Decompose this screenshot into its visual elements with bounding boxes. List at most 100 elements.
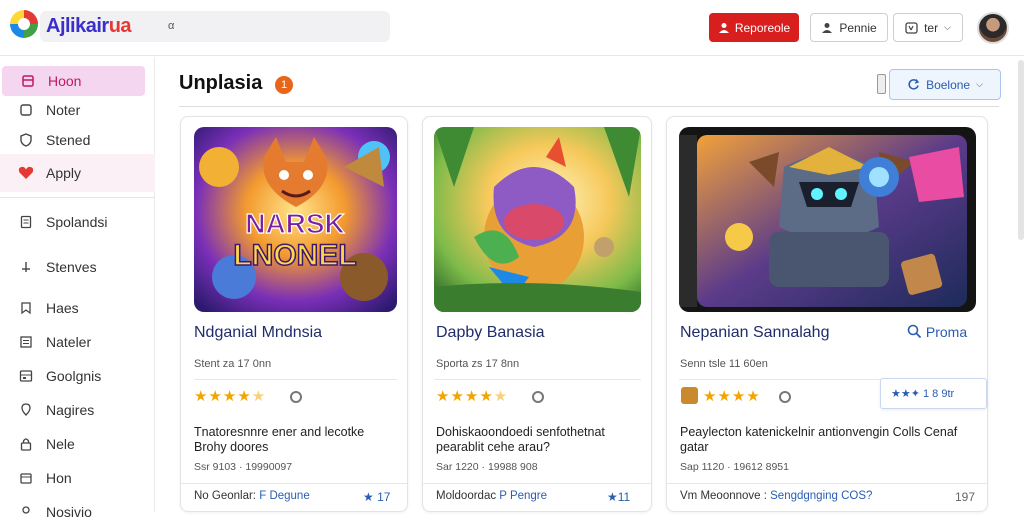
footer-rating-value: 11 (617, 490, 631, 504)
profile-button[interactable]: Pennie (810, 13, 888, 42)
info-icon[interactable] (290, 391, 302, 403)
sidebar-item-home[interactable]: Hoon (2, 66, 145, 96)
sidebar-item-nele[interactable]: Nele (0, 429, 155, 459)
report-button[interactable]: Reporeole (709, 13, 799, 42)
footer-rating[interactable]: 197 (955, 490, 975, 504)
sidebar-item-label: Goolgnis (46, 368, 102, 384)
card-description: Peaylecton katenickelnir antionvengin Co… (680, 425, 958, 454)
game-card[interactable]: Dapby Banasia Sporta zs 17 8nn ★★★★★ Doh… (422, 116, 652, 512)
language-label: ter (924, 20, 939, 35)
sidebar-item-label: Nosivio (46, 504, 92, 520)
footer-label: Vm Meoonnove : (680, 490, 767, 502)
lock-icon (18, 436, 34, 452)
heart-icon (18, 165, 34, 181)
card-divider (181, 483, 407, 484)
shield-icon (18, 132, 34, 148)
card-meta: Senn tsle 11 60en (680, 358, 768, 370)
sidebar-item-spolandsi[interactable]: Spolandsi (0, 207, 155, 237)
footer-rating-value: 197 (955, 490, 976, 504)
pin-icon (18, 402, 34, 418)
sidebar-item-stenves[interactable]: Stenves (0, 252, 155, 282)
footer-link[interactable]: F Degune (259, 490, 310, 502)
app-logo-icon[interactable] (10, 10, 38, 38)
language-dropdown[interactable]: ter ⌵ (893, 13, 963, 42)
sidebar-item-label: Noter (46, 102, 81, 118)
game-card[interactable]: Nepanian Sannalahg Proma Senn tsle 11 60… (666, 116, 988, 512)
search-action[interactable]: Proma (907, 324, 967, 340)
sidebar-item-label: Haes (46, 300, 79, 316)
report-button-label: Reporeole (734, 20, 791, 35)
footer-rating[interactable]: ★ 17 (363, 490, 390, 504)
search-bar[interactable]: Ajlikairua α (40, 11, 390, 42)
sidebar-item-haes[interactable]: Haes (0, 293, 155, 323)
sidebar-item-notes[interactable]: Noter (0, 95, 155, 125)
sidebar-item-label: Hon (46, 470, 72, 486)
header-divider (179, 106, 999, 107)
list-icon (18, 334, 34, 350)
footer-link[interactable]: P Pengre (499, 490, 547, 502)
sidebar-item-label: Nele (46, 436, 75, 452)
card-subinfo: Sap 1120 · 19612 8951 (680, 461, 789, 473)
count-badge: 1 (275, 76, 293, 94)
rating-popover-text: ★★✦ 1 8 9tr (891, 388, 955, 400)
translate-icon (905, 21, 918, 34)
card-divider (667, 483, 987, 484)
footer-rating-value: 17 (377, 490, 391, 504)
info-icon[interactable] (532, 391, 544, 403)
footer-link[interactable]: Sengdgnging COS? (770, 490, 872, 502)
card-description: Dohiskaoondoedi senfothetnat pearablit c… (436, 425, 605, 454)
sidebar-divider (0, 197, 155, 198)
scrollbar[interactable] (1018, 60, 1024, 240)
sidebar-item-goolgnis[interactable]: Goolgnis (0, 361, 155, 391)
refresh-icon (908, 79, 920, 90)
box-icon (18, 470, 34, 486)
sidebar-item-label: Stenves (46, 259, 97, 275)
art-caption-line1: NARSK (245, 208, 345, 239)
person-icon (822, 22, 833, 33)
star-rating: ★★★★★ (194, 388, 267, 405)
sidebar-item-stened[interactable]: Stened (0, 125, 155, 155)
search-icon (907, 324, 922, 339)
filter-label: Boelone (926, 77, 971, 92)
footer-rating[interactable]: ★11 (607, 490, 630, 504)
footer-label: No Geonlar: (194, 490, 257, 502)
person-icon (718, 22, 729, 33)
avatar[interactable] (977, 12, 1009, 44)
card-description: Tnatoresnnre ener and lecotke Brohy door… (194, 425, 365, 454)
filter-dropdown[interactable]: Boelone ⌵ (889, 69, 1001, 100)
card-title[interactable]: Dapby Banasia (436, 324, 545, 342)
star-icon: ★ (607, 490, 618, 504)
info-icon[interactable] (779, 391, 791, 403)
card-title[interactable]: Ndganial Mndnsia (194, 324, 322, 342)
game-artwork[interactable] (434, 127, 641, 312)
profile-button-label: Pennie (839, 20, 877, 35)
sidebar-item-label: Apply (46, 165, 82, 181)
sidebar-item-nateler[interactable]: Nateler (0, 327, 155, 357)
sidebar-item-apply[interactable]: Apply (0, 154, 155, 192)
card-footer: Vm Meoonnove : Sengdgnging COS? (680, 490, 872, 502)
card-footer: Moldoordac P Pengre (436, 490, 547, 502)
sidebar-item-label: Hoon (48, 73, 82, 89)
card-title[interactable]: Nepanian Sannalahg (680, 324, 829, 342)
sidebar: Hoon Noter Stened Apply Spolandsi Stenve… (0, 57, 155, 520)
chevron-down-icon: ⌵ (976, 79, 983, 89)
game-card[interactable]: NARSK LNONEL Ndganial Mndnsia Stent za 1… (180, 116, 408, 512)
sidebar-item-nosivio[interactable]: Nosivio (0, 497, 155, 527)
top-bar: Ajlikairua α Reporeole Pennie ter ⌵ (0, 0, 1024, 56)
search-action-label: Proma (925, 324, 968, 340)
card-subinfo: Sar 1220 · 19988 908 (436, 461, 538, 473)
game-artwork[interactable] (679, 127, 976, 312)
grid-icon (18, 368, 34, 384)
footer-label: Moldoordac (436, 490, 497, 502)
rating-popover[interactable]: ★★✦ 1 8 9tr (880, 378, 987, 409)
plus-icon (18, 259, 34, 275)
game-artwork[interactable]: NARSK LNONEL (194, 127, 397, 312)
star-icon: ★ (363, 490, 374, 504)
view-toggle[interactable] (877, 74, 886, 94)
document-icon (18, 214, 34, 230)
card-subinfo: Ssr 9103 · 19990097 (194, 461, 293, 473)
sidebar-item-hon[interactable]: Hon (0, 463, 155, 493)
page-title: Unplasia (179, 72, 263, 94)
sidebar-item-nagires[interactable]: Nagires (0, 395, 155, 425)
bookmark-icon (20, 73, 36, 89)
